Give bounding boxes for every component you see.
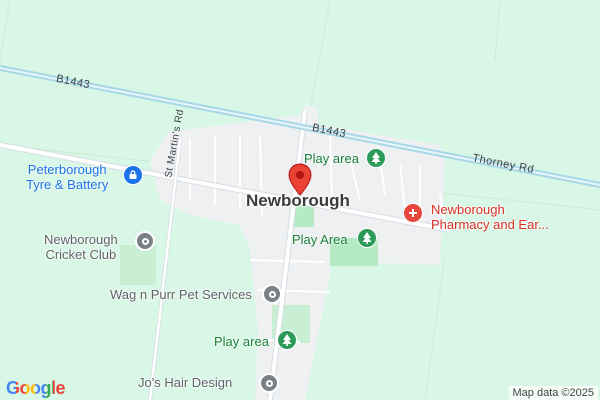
poi-play-area-central[interactable]: Play Area: [292, 232, 348, 247]
map-canvas[interactable]: B1443 B1443 Thorney Rd St Martin's Rd Pe…: [0, 0, 600, 400]
poi-play-area-south[interactable]: Play area: [214, 334, 269, 349]
location-pin-icon[interactable]: [287, 163, 313, 197]
poi-label-line2: Pharmacy and Ear...: [431, 217, 549, 232]
shopping-bag-icon[interactable]: [123, 165, 143, 185]
poi-label-line2: Tyre & Battery: [26, 177, 109, 192]
poi-label-line1: Newborough: [44, 232, 118, 247]
park-area: [120, 245, 156, 285]
google-logo: Google: [6, 378, 66, 398]
tree-icon[interactable]: [277, 330, 297, 350]
poi-newborough-cricket-club[interactable]: Newborough Cricket Club: [44, 232, 118, 262]
tree-icon[interactable]: [357, 228, 377, 248]
poi-newborough-pharmacy[interactable]: Newborough Pharmacy and Ear...: [431, 202, 549, 232]
place-icon[interactable]: [259, 373, 279, 393]
poi-label-line2: Cricket Club: [45, 247, 117, 262]
place-icon[interactable]: [135, 231, 155, 251]
tree-icon[interactable]: [366, 148, 386, 168]
poi-label-line1: Peterborough: [27, 162, 107, 177]
map-attribution[interactable]: Map data ©2025: [508, 386, 598, 400]
place-icon[interactable]: [262, 284, 282, 304]
poi-jos-hair-design[interactable]: Jo's Hair Design: [138, 375, 232, 390]
poi-wag-n-purr[interactable]: Wag n Purr Pet Services: [110, 287, 252, 302]
pharmacy-icon[interactable]: [403, 203, 423, 223]
poi-label-line1: Newborough: [431, 202, 505, 217]
poi-peterborough-tyre-battery[interactable]: Peterborough Tyre & Battery: [26, 162, 108, 192]
